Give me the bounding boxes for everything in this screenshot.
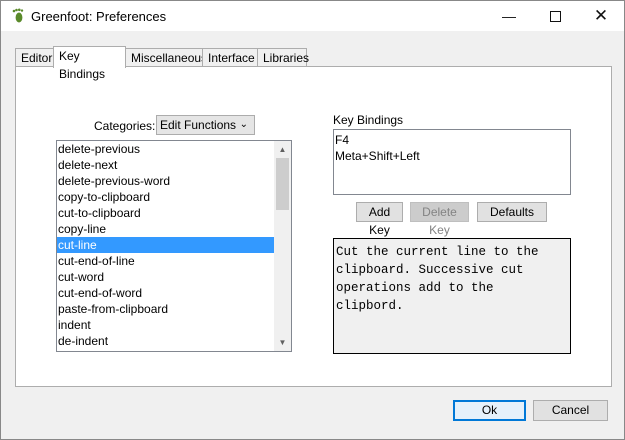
chevron-down-icon: ⌄ [239,119,248,130]
categories-dropdown[interactable]: Edit Functions ⌄ [156,115,255,135]
minimize-button[interactable]: — [486,1,532,31]
tab-interface[interactable]: Interface [202,48,258,66]
function-list-item[interactable]: indent [57,317,276,333]
add-key-button[interactable]: Add Key [356,202,403,237]
scroll-up-icon[interactable]: ▲ [274,141,291,158]
function-list-item[interactable]: copy-line [57,221,276,237]
function-list-item[interactable]: delete-next [57,157,276,173]
minimize-icon: — [502,8,516,24]
categories-label: Categories: [94,119,156,133]
maximize-icon [549,10,561,22]
ok-button[interactable]: Ok [453,400,526,421]
function-list-item[interactable]: cut-end-of-line [57,253,276,269]
function-list-item[interactable]: cut-line [57,237,276,253]
window-title: Greenfoot: Preferences [31,9,167,24]
function-list-item[interactable]: cut-word [57,269,276,285]
key-binding-item[interactable]: F4 [335,132,569,148]
function-list-item[interactable]: copy-to-clipboard [57,189,276,205]
close-button[interactable]: ✕ [578,1,624,31]
categories-selected: Edit Functions [160,118,237,132]
scrollbar-thumb[interactable] [276,158,289,210]
functions-list-items: delete-previous delete-next delete-previou… [57,141,291,349]
tab-editor[interactable]: Editor [15,48,54,66]
functions-scrollbar[interactable]: ▲ ▼ [274,141,291,351]
function-list-item[interactable]: paste-from-clipboard [57,301,276,317]
function-list-item[interactable]: cut-end-of-word [57,285,276,301]
title-bar: Greenfoot: Preferences — ✕ [1,1,624,31]
cancel-button[interactable]: Cancel [533,400,608,421]
key-binding-item[interactable]: Meta+Shift+Left [335,148,569,164]
key-bindings-label: Key Bindings [333,113,404,127]
greenfoot-footprint-icon [12,8,24,23]
close-icon: ✕ [593,6,609,25]
key-bindings-panel: Categories: Edit Functions ⌄ delete-prev… [15,66,612,387]
tab-miscellaneous[interactable]: Miscellaneous [125,48,207,66]
functions-list[interactable]: delete-previous delete-next delete-previou… [56,140,292,352]
tab-libraries[interactable]: Libraries [257,48,309,66]
function-list-item[interactable]: cut-to-clipboard [57,205,276,221]
key-bindings-list[interactable]: F4 Meta+Shift+Left [333,129,571,195]
defaults-button[interactable]: Defaults [477,202,547,222]
delete-key-button[interactable]: Delete Key [410,202,469,237]
tab-key-bindings[interactable]: Key Bindings [53,46,126,81]
function-list-item[interactable]: delete-previous-word [57,173,276,189]
function-description: Cut the current line to the clipboard. S… [333,238,571,354]
preferences-window: Greenfoot: Preferences — ✕ Editor Key Bi… [0,0,625,440]
scroll-down-icon[interactable]: ▼ [274,334,291,351]
function-list-item[interactable]: delete-previous [57,141,276,157]
function-list-item[interactable]: de-indent [57,333,276,349]
maximize-button[interactable] [532,1,578,31]
